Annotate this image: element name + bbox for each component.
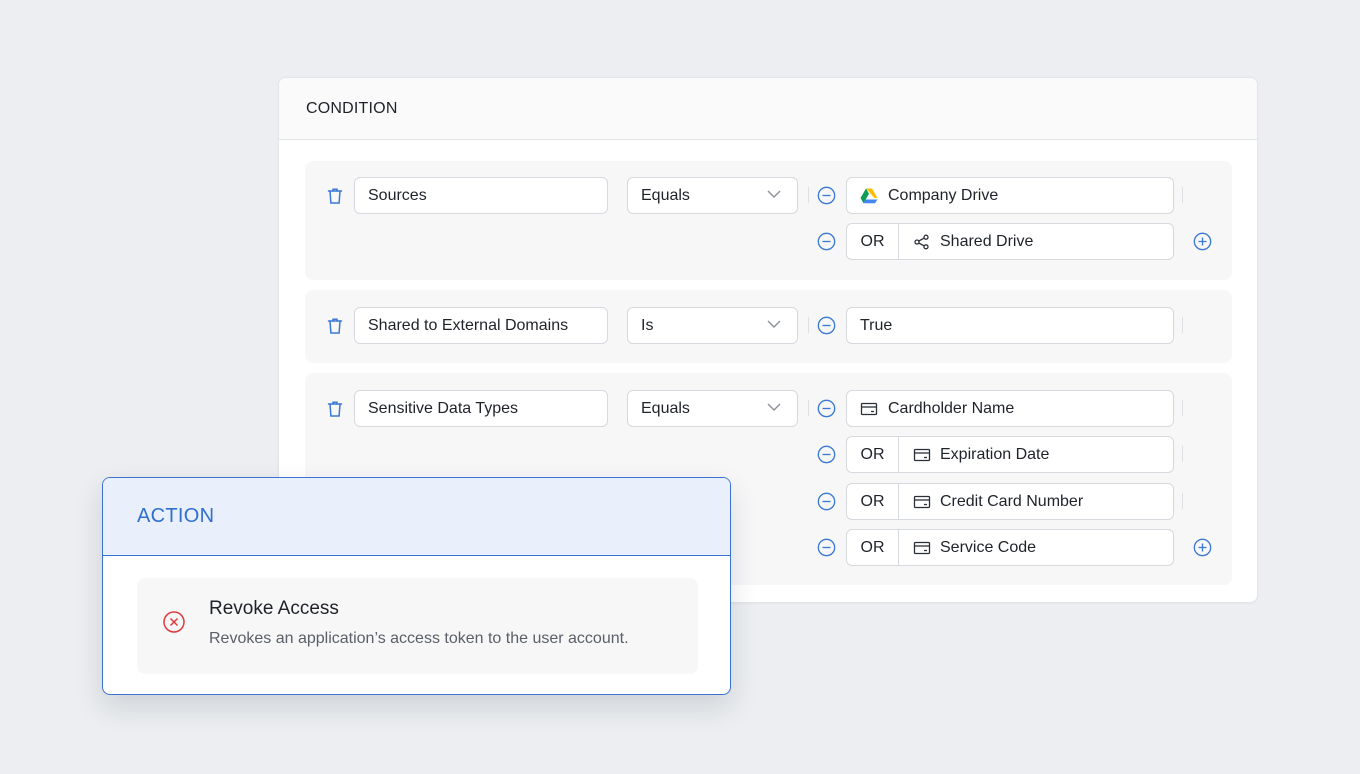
- remove-value-icon[interactable]: [817, 232, 836, 251]
- divider: [1182, 446, 1183, 462]
- operator-label: Is: [641, 316, 654, 334]
- rule-field-label: Sources: [368, 186, 427, 204]
- add-value-icon[interactable]: [1193, 538, 1212, 557]
- remove-value-icon[interactable]: [817, 538, 836, 557]
- divider: [1182, 400, 1183, 416]
- value-label: Expiration Date: [940, 445, 1050, 463]
- value-label: Service Code: [940, 538, 1037, 556]
- condition-header: CONDITION: [279, 78, 1257, 140]
- divider: [1182, 187, 1183, 203]
- action-item-description: Revokes an application’s access token to…: [209, 630, 629, 647]
- condition-rule-external-domains: Shared to External Domains Is True: [305, 290, 1232, 363]
- operator-dropdown[interactable]: Is: [627, 307, 798, 344]
- or-label: OR: [847, 223, 899, 260]
- value-chip[interactable]: Company Drive: [846, 177, 1174, 214]
- trash-icon[interactable]: [327, 400, 343, 418]
- value-label: Shared Drive: [940, 232, 1034, 250]
- value-label: Cardholder Name: [888, 399, 1015, 417]
- remove-value-icon[interactable]: [817, 492, 836, 511]
- operator-label: Equals: [641, 399, 690, 417]
- value-label: True: [860, 316, 893, 334]
- value-label: Credit Card Number: [940, 492, 1084, 510]
- action-header: ACTION: [103, 478, 730, 556]
- share-icon: [914, 234, 929, 250]
- action-item-revoke-access[interactable]: Revoke Access Revokes an application’s a…: [137, 578, 698, 674]
- divider: [1182, 317, 1183, 333]
- or-label: OR: [847, 529, 899, 566]
- action-item-title: Revoke Access: [209, 598, 339, 619]
- google-drive-icon: [860, 188, 878, 204]
- value-chip[interactable]: OR Expiration Date: [846, 436, 1174, 473]
- rule-field-label: Shared to External Domains: [368, 316, 569, 334]
- remove-value-icon[interactable]: [817, 186, 836, 205]
- revoke-x-circle-icon: [163, 611, 185, 633]
- trash-icon[interactable]: [327, 187, 343, 205]
- value-chip[interactable]: OR Service Code: [846, 529, 1174, 566]
- add-value-icon[interactable]: [1193, 232, 1212, 251]
- divider: [1182, 493, 1183, 509]
- remove-value-icon[interactable]: [817, 399, 836, 418]
- value-chip[interactable]: True: [846, 307, 1174, 344]
- remove-value-icon[interactable]: [817, 445, 836, 464]
- trash-icon[interactable]: [327, 317, 343, 335]
- rule-field-select[interactable]: Shared to External Domains: [354, 307, 608, 344]
- condition-rule-sources: Sources Equals Company Drive OR Shared D…: [305, 161, 1232, 280]
- rule-field-select[interactable]: Sensitive Data Types: [354, 390, 608, 427]
- action-panel: ACTION Revoke Access Revokes an applicat…: [102, 477, 731, 695]
- divider: [808, 187, 809, 203]
- value-chip[interactable]: Cardholder Name: [846, 390, 1174, 427]
- value-chip[interactable]: OR Credit Card Number: [846, 483, 1174, 520]
- credit-card-icon: [913, 541, 931, 555]
- chevron-down-icon: [767, 190, 781, 198]
- credit-card-icon: [913, 495, 931, 509]
- rule-field-label: Sensitive Data Types: [368, 399, 519, 417]
- operator-dropdown[interactable]: Equals: [627, 390, 798, 427]
- credit-card-icon: [860, 402, 878, 416]
- or-label: OR: [847, 483, 899, 520]
- rule-field-select[interactable]: Sources: [354, 177, 608, 214]
- divider: [808, 400, 809, 416]
- chevron-down-icon: [767, 403, 781, 411]
- value-label: Company Drive: [888, 186, 999, 204]
- operator-dropdown[interactable]: Equals: [627, 177, 798, 214]
- value-chip[interactable]: OR Shared Drive: [846, 223, 1174, 260]
- or-label: OR: [847, 436, 899, 473]
- operator-label: Equals: [641, 186, 690, 204]
- divider: [808, 317, 809, 333]
- chevron-down-icon: [767, 320, 781, 328]
- credit-card-icon: [913, 448, 931, 462]
- remove-value-icon[interactable]: [817, 316, 836, 335]
